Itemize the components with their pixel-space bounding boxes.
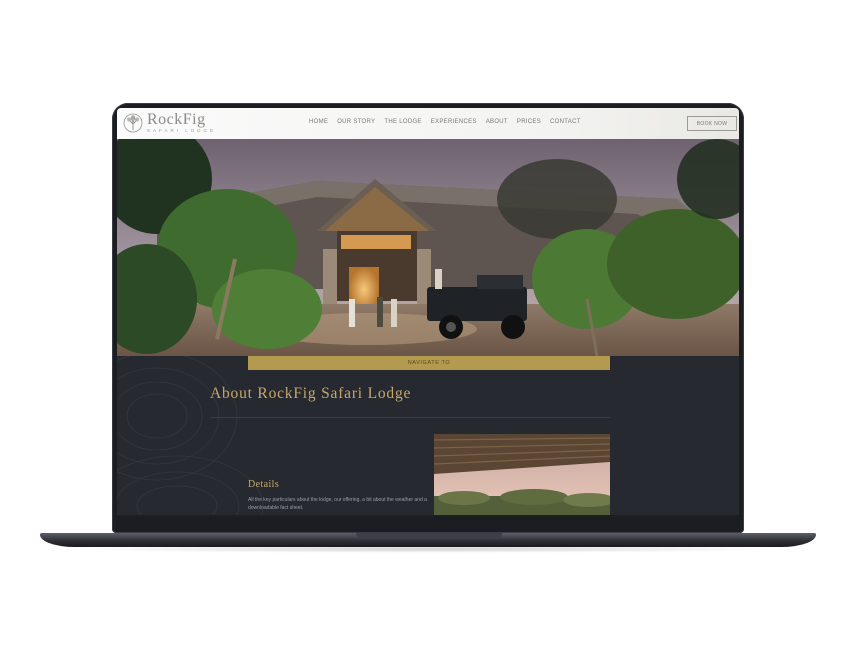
nav-the-lodge[interactable]: THE LODGE <box>384 119 421 125</box>
nav-home[interactable]: HOME <box>309 119 328 125</box>
details-heading: Details <box>248 479 280 490</box>
book-now-button[interactable]: BOOK NOW <box>687 116 737 131</box>
bottom-strip <box>117 515 739 517</box>
main-nav: HOME OUR STORY THE LODGE EXPERIENCES ABO… <box>309 119 581 125</box>
nav-our-story[interactable]: OUR STORY <box>337 119 375 125</box>
site-logo-subtitle: SAFARI LODGE <box>147 128 217 133</box>
hero-lodge-image <box>117 139 739 356</box>
navigate-to-bar[interactable]: NAVIGATE TO <box>248 356 610 370</box>
site-logo[interactable]: RockFig <box>147 111 206 129</box>
nav-experiences[interactable]: EXPERIENCES <box>431 119 477 125</box>
title-divider <box>210 417 610 418</box>
topographic-pattern-decoration <box>117 356 264 517</box>
nav-about[interactable]: ABOUT <box>486 119 508 125</box>
laptop-notch <box>356 533 502 539</box>
laptop-shadow <box>60 545 796 553</box>
nav-prices[interactable]: PRICES <box>517 119 541 125</box>
site-header: RockFig SAFARI LODGE HOME OUR STORY THE … <box>117 108 739 139</box>
details-description: All the key particulars about the lodge,… <box>248 497 427 511</box>
browser-screen: RockFig SAFARI LODGE HOME OUR STORY THE … <box>117 108 739 517</box>
fig-tree-logo-icon <box>123 113 143 133</box>
page-title: About RockFig Safari Lodge <box>210 385 412 402</box>
lodge-deck-photo <box>434 434 610 517</box>
nav-contact[interactable]: CONTACT <box>550 119 581 125</box>
